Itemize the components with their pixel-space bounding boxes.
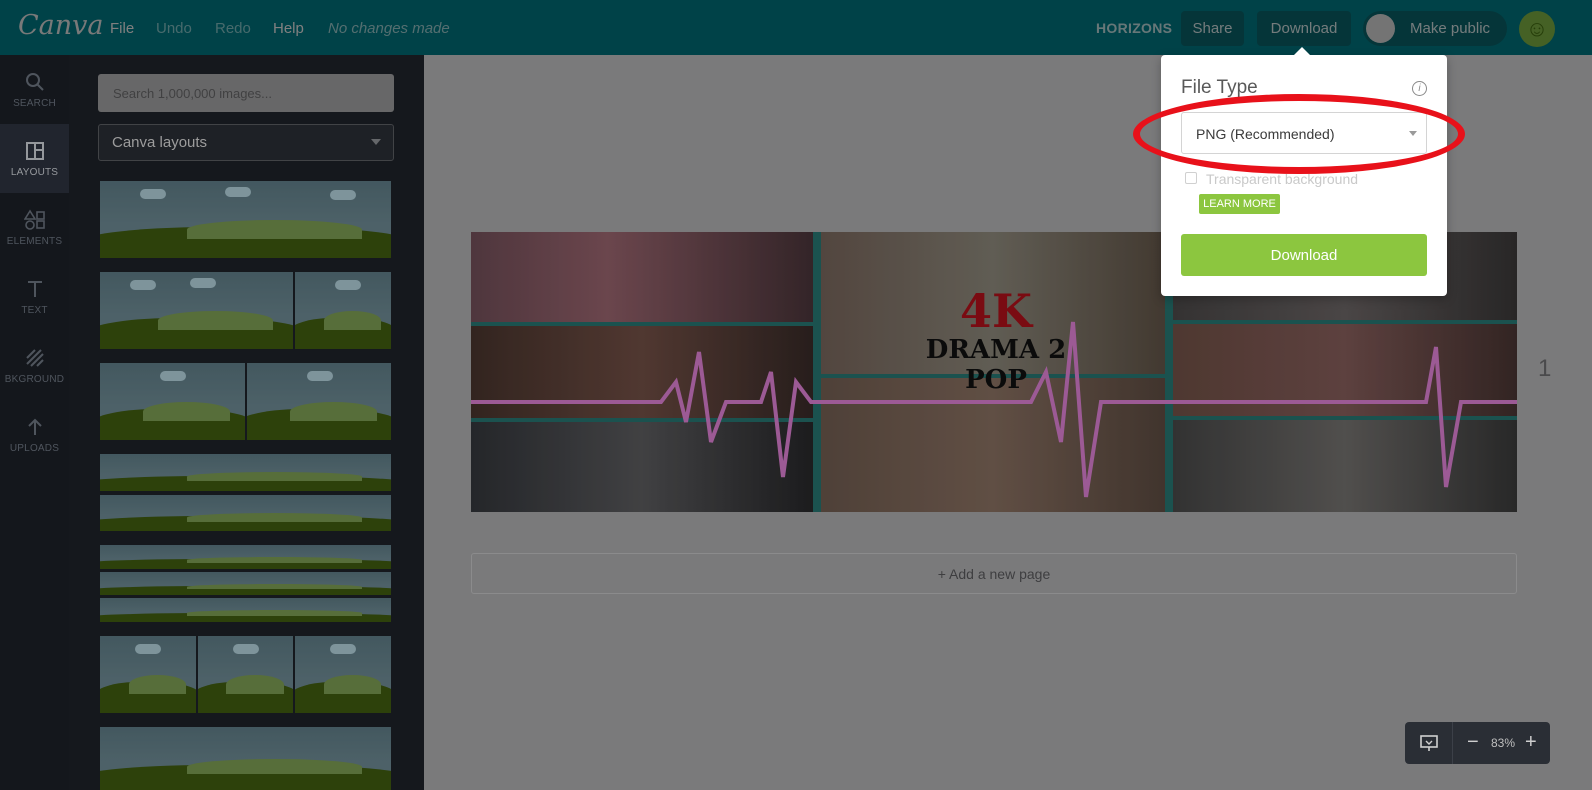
text-icon	[27, 281, 42, 297]
background-icon	[25, 349, 44, 367]
rail-text-label: TEXT	[21, 305, 48, 316]
shapes-icon	[23, 209, 45, 230]
layout-thumbnail[interactable]	[100, 181, 391, 258]
layout-thumbnail[interactable]	[100, 636, 391, 713]
layout-thumbnail[interactable]	[100, 363, 391, 440]
layout-thumbnail[interactable]	[100, 727, 391, 790]
info-icon[interactable]: i	[1412, 81, 1427, 96]
chevron-down-icon	[371, 139, 381, 145]
avatar[interactable]: ☺	[1519, 11, 1555, 47]
learn-more-button[interactable]: LEARN MORE	[1199, 194, 1280, 214]
rail-background-label: BKGROUND	[4, 374, 65, 385]
rail-text[interactable]: TEXT	[0, 262, 69, 331]
layout-thumbnail[interactable]	[100, 272, 391, 349]
canva-logo[interactable]: Canva	[18, 10, 104, 41]
side-rail: SEARCH LAYOUTS ELEMENTS TEXT BKGROUND UP…	[0, 55, 69, 790]
zoom-out-button[interactable]: −	[1467, 731, 1479, 754]
download-button[interactable]: Download	[1257, 11, 1351, 46]
file-type-title: File Type	[1181, 77, 1258, 98]
upload-arrow-icon	[27, 418, 42, 435]
menu-file[interactable]: File	[110, 20, 134, 37]
design-title: 4K DRAMA 2 POP	[916, 287, 1076, 395]
layouts-icon	[25, 142, 44, 160]
design-title-line3: POP	[965, 365, 1027, 395]
design-page[interactable]: 4K DRAMA 2 POP	[471, 232, 1517, 512]
make-public-label: Make public	[1410, 20, 1491, 37]
present-icon	[1419, 735, 1438, 751]
zoom-in-button[interactable]: +	[1525, 731, 1537, 754]
rail-uploads[interactable]: UPLOADS	[0, 400, 69, 469]
zoom-level: 83%	[1491, 736, 1516, 750]
zoom-control: − 83% +	[1405, 722, 1550, 764]
layout-thumbnail[interactable]	[100, 545, 391, 622]
rail-elements[interactable]: ELEMENTS	[0, 193, 69, 262]
rail-layouts-label: LAYOUTS	[10, 167, 59, 178]
design-title-4k: 4K	[960, 284, 1032, 338]
rail-elements-label: ELEMENTS	[6, 236, 63, 247]
toggle-knob	[1366, 14, 1395, 43]
rail-background[interactable]: BKGROUND	[0, 331, 69, 400]
menu-help[interactable]: Help	[273, 20, 304, 37]
search-icon	[25, 73, 44, 91]
add-page-button[interactable]: + Add a new page	[471, 553, 1517, 594]
smiley-icon: ☺	[1525, 16, 1549, 41]
top-bar: Canva File Undo Redo Help No changes mad…	[0, 0, 1592, 55]
layouts-panel: Search 1,000,000 images... Canva layouts	[69, 55, 424, 790]
team-name[interactable]: HORIZONS	[1096, 20, 1172, 36]
rail-search-label: SEARCH	[13, 98, 56, 109]
save-status: No changes made	[328, 20, 450, 37]
page-number: 1	[1538, 355, 1552, 382]
rail-uploads-label: UPLOADS	[9, 443, 60, 454]
make-public-toggle[interactable]: Make public	[1363, 11, 1507, 46]
present-button[interactable]	[1405, 722, 1453, 764]
design-title-line2: DRAMA 2	[925, 335, 1067, 365]
layout-thumbnail[interactable]	[100, 454, 391, 531]
file-type-select[interactable]: PNG (Recommended)	[1181, 112, 1427, 154]
menu-undo[interactable]: Undo	[156, 20, 192, 37]
popover-arrow	[1294, 47, 1310, 55]
file-type-value: PNG (Recommended)	[1196, 126, 1335, 142]
chevron-down-icon	[1409, 131, 1417, 136]
rail-search[interactable]: SEARCH	[0, 55, 69, 124]
share-button[interactable]: Share	[1181, 11, 1244, 46]
layout-category-select[interactable]: Canva layouts	[98, 124, 394, 161]
transparent-background-label: Transparent background	[1206, 171, 1359, 187]
menu-redo[interactable]: Redo	[215, 20, 251, 37]
transparent-background-checkbox[interactable]	[1185, 172, 1197, 184]
layout-category-value: Canva layouts	[112, 134, 208, 151]
rail-layouts[interactable]: LAYOUTS	[0, 124, 69, 193]
image-search-input[interactable]: Search 1,000,000 images...	[98, 74, 394, 112]
